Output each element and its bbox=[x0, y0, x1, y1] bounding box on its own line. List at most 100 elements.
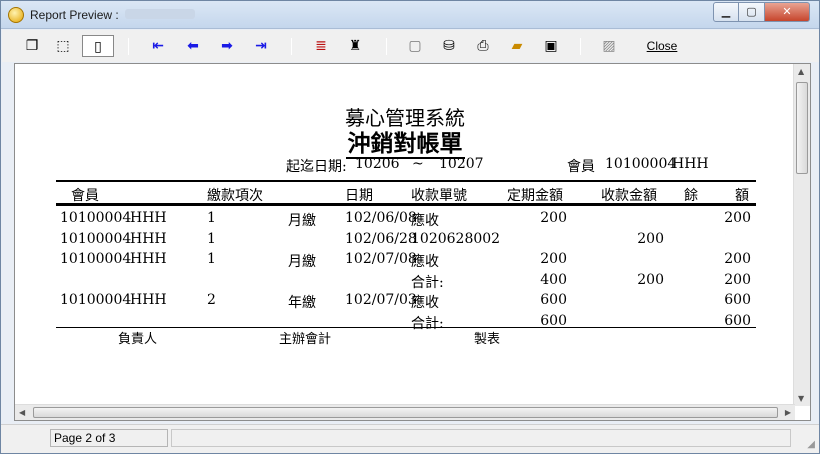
table-cell: 200 bbox=[724, 271, 751, 288]
column-header: 額 bbox=[735, 188, 749, 204]
date-from: 10206 bbox=[355, 156, 400, 172]
minimize-button[interactable]: ▁ bbox=[713, 2, 739, 22]
table-cell: 200 bbox=[637, 271, 664, 288]
table-cell: 1020628002 bbox=[411, 230, 501, 247]
table-cell: 應收 bbox=[411, 254, 439, 270]
status-panel bbox=[171, 429, 791, 447]
two-page-icon[interactable]: ⬚ bbox=[52, 35, 74, 57]
date-separator: ~ bbox=[412, 156, 424, 172]
table-cell: 月繳 bbox=[288, 213, 316, 229]
copy-icon[interactable]: ▢ bbox=[404, 35, 426, 57]
header-bottom-rule bbox=[56, 203, 756, 206]
table-cell: 102/06/28 bbox=[345, 230, 417, 247]
column-header: 定期金額 bbox=[507, 188, 563, 204]
column-header: 餘 bbox=[684, 188, 698, 204]
page-width-icon[interactable]: ▯ bbox=[82, 35, 114, 57]
save-disk-icon[interactable]: ▣ bbox=[540, 35, 562, 57]
last-page-icon[interactable]: ⇥ bbox=[250, 35, 272, 57]
report-page: 募心管理系統 沖銷對帳單 起迄日期: 10206 ~ 10207 會員 1010… bbox=[15, 64, 795, 406]
report-title-text: 沖銷對帳單 bbox=[345, 130, 465, 159]
page-indicator: Page 2 of 3 bbox=[50, 429, 168, 447]
scroll-right-icon[interactable]: ▶ bbox=[785, 408, 791, 417]
table-cell: 1 bbox=[207, 251, 216, 267]
toolbar-separator bbox=[128, 38, 129, 55]
table-cell: 200 bbox=[724, 251, 751, 267]
report-viewport: 募心管理系統 沖銷對帳單 起迄日期: 10206 ~ 10207 會員 1010… bbox=[14, 63, 811, 421]
table-cell: 200 bbox=[540, 251, 567, 267]
horizontal-scrollbar[interactable]: ◀ ▶ bbox=[15, 404, 795, 420]
title-blurred-region bbox=[125, 9, 195, 19]
signature-label: 製表 bbox=[474, 332, 501, 347]
table-cell: HHH bbox=[130, 230, 167, 247]
next-page-icon[interactable]: ➡ bbox=[216, 35, 238, 57]
signature-label: 負責人 bbox=[118, 332, 158, 347]
footer-rule bbox=[56, 327, 756, 328]
column-header: 繳款項次 bbox=[207, 188, 263, 204]
find-binoculars-icon[interactable]: ♜ bbox=[344, 35, 366, 57]
scroll-up-icon[interactable]: ▲ bbox=[798, 67, 804, 76]
horizontal-scroll-thumb[interactable] bbox=[33, 407, 778, 418]
column-header: 會員 bbox=[71, 188, 99, 204]
export-icon[interactable]: ⛁ bbox=[438, 35, 460, 57]
member-id: 10100004 bbox=[605, 156, 677, 172]
table-cell: 600 bbox=[540, 292, 567, 308]
date-to: 10207 bbox=[439, 156, 484, 172]
status-bar: Page 2 of 3 ◢ bbox=[1, 424, 819, 453]
signature-label: 主辦會計 bbox=[279, 332, 332, 347]
close-button[interactable]: Close bbox=[642, 35, 682, 57]
table-cell: 10100004 bbox=[60, 251, 132, 267]
scroll-left-icon[interactable]: ◀ bbox=[19, 408, 25, 417]
toolbar-separator bbox=[386, 38, 387, 55]
table-cell: 應收 bbox=[411, 213, 439, 229]
table-cell: 10100004 bbox=[60, 230, 132, 247]
toolbar: ❐ ⬚ ▯ ⇤ ⬅ ➡ ⇥ ≣ ♜ ▢ ⛁ ⎙ ▰ ▣ ▨ Close bbox=[2, 30, 819, 62]
table-cell: 200 bbox=[724, 210, 751, 226]
first-page-icon[interactable]: ⇤ bbox=[147, 35, 169, 57]
table-cell: 合計: bbox=[411, 274, 444, 291]
goto-page-icon[interactable]: ≣ bbox=[310, 35, 332, 57]
table-cell: 1 bbox=[207, 230, 216, 247]
close-window-button[interactable]: ✕ bbox=[764, 2, 810, 22]
date-range-label: 起迄日期: bbox=[286, 159, 347, 175]
window-title: Report Preview : bbox=[30, 8, 119, 22]
table-cell: 應收 bbox=[411, 295, 439, 311]
vertical-scrollbar[interactable]: ▲ ▼ bbox=[793, 64, 810, 406]
toolbar-separator bbox=[580, 38, 581, 55]
vertical-scroll-thumb[interactable] bbox=[796, 82, 808, 174]
column-header: 收款單號 bbox=[411, 188, 467, 204]
disabled-tool-icon: ▨ bbox=[602, 38, 616, 54]
table-cell: HHH bbox=[130, 251, 167, 267]
table-cell: 200 bbox=[637, 230, 664, 247]
table-cell: 102/07/08 bbox=[345, 251, 417, 267]
table-cell: 年繳 bbox=[288, 295, 316, 311]
report-preview-window: Report Preview : ▁ ▢ ✕ ❐ ⬚ ▯ ⇤ ⬅ ➡ ⇥ ≣ ♜… bbox=[0, 0, 820, 454]
column-header: 收款金額 bbox=[601, 188, 657, 204]
single-page-icon[interactable]: ❐ bbox=[24, 35, 40, 57]
header-top-rule bbox=[56, 180, 756, 182]
table-cell: HHH bbox=[130, 292, 167, 308]
previous-page-icon[interactable]: ⬅ bbox=[182, 35, 204, 57]
table-cell: 2 bbox=[207, 292, 216, 308]
member-name: HHH bbox=[672, 156, 709, 172]
member-label: 會員 bbox=[567, 159, 595, 175]
table-cell: 400 bbox=[540, 271, 567, 288]
resize-grip-icon[interactable]: ◢ bbox=[807, 439, 815, 450]
maximize-button[interactable]: ▢ bbox=[738, 2, 765, 22]
column-header: 日期 bbox=[345, 188, 373, 204]
scroll-down-icon[interactable]: ▼ bbox=[798, 394, 804, 403]
title-bar: Report Preview : ▁ ▢ ✕ bbox=[1, 1, 819, 29]
table-cell: 10100004 bbox=[60, 292, 132, 308]
print-icon[interactable]: ⎙ bbox=[472, 35, 494, 57]
table-cell: HHH bbox=[130, 210, 167, 226]
open-folder-icon[interactable]: ▰ bbox=[506, 35, 528, 57]
table-cell: 月繳 bbox=[288, 254, 316, 270]
table-cell: 102/07/03 bbox=[345, 292, 417, 308]
app-icon bbox=[8, 7, 24, 23]
report-title: 沖銷對帳單 bbox=[15, 124, 795, 159]
table-cell: 1 bbox=[207, 210, 216, 226]
table-cell: 10100004 bbox=[60, 210, 132, 226]
table-cell: 200 bbox=[540, 210, 567, 226]
table-cell: 102/06/08 bbox=[345, 210, 417, 226]
table-cell: 600 bbox=[724, 292, 751, 308]
toolbar-separator bbox=[291, 38, 292, 55]
